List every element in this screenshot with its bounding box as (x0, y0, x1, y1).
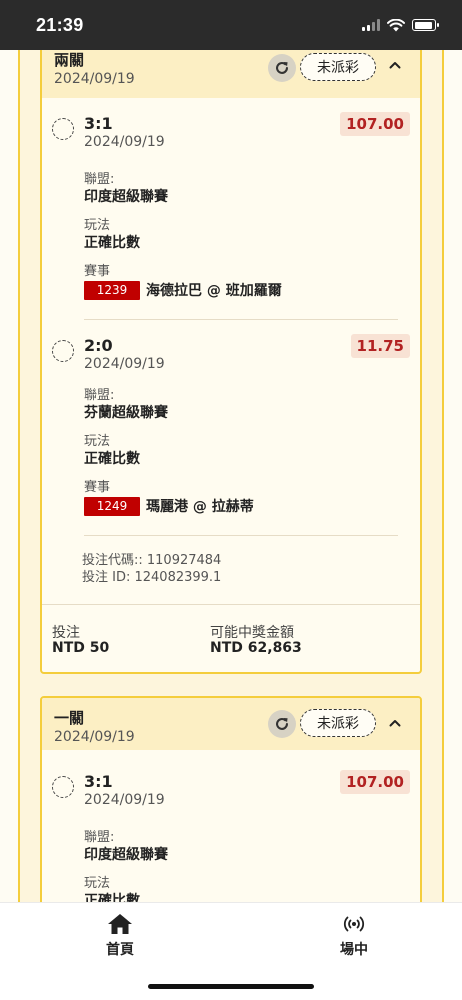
potential-payout-amount: NTD 62,863 (210, 640, 302, 656)
selection-score: 3:1 (84, 114, 113, 133)
match-name: 海德拉巴 @ 班加羅爾 (146, 283, 282, 299)
market-label: 玩法 (84, 434, 111, 449)
bet-card: 兩關 2024/09/19 未派彩 3:1 2024/09/19 107.00 … (40, 50, 422, 674)
league-name: 印度超級聯賽 (84, 847, 168, 863)
match-name: 瑪麗港 @ 拉赫蒂 (146, 499, 254, 515)
event-label: 賽事 (84, 264, 111, 279)
bet-list-scroll-area[interactable]: 兩關 2024/09/19 未派彩 3:1 2024/09/19 107.00 … (0, 50, 462, 902)
status-bar: 21:39 (0, 0, 462, 50)
nav-live[interactable]: 場中 (324, 913, 384, 959)
selection-item: 3:1 2024/09/19 107.00 聯盟: 印度超級聯賽 玩法 正確比數… (42, 98, 420, 320)
selection-odds: 107.00 (340, 112, 410, 136)
nav-home-label: 首頁 (106, 942, 134, 958)
nav-live-label: 場中 (340, 942, 368, 958)
wifi-icon (387, 18, 405, 31)
home-icon (108, 914, 132, 934)
bet-card-header[interactable]: 一關 2024/09/19 未派彩 (42, 698, 420, 750)
cellular-signal-icon (362, 19, 380, 31)
home-indicator (148, 984, 314, 989)
nav-home[interactable]: 首頁 (90, 913, 150, 959)
selection-item: 3:1 2024/09/19 107.00 聯盟: 印度超級聯賽 玩法 正確比數 (42, 756, 420, 902)
bet-code: 投注代碼:: 110927484 (82, 553, 222, 568)
divider (42, 604, 420, 605)
league-label: 聯盟: (84, 388, 115, 403)
league-label: 聯盟: (84, 830, 115, 845)
selection-score: 3:1 (84, 772, 113, 791)
market-name: 正確比數 (84, 235, 140, 251)
market-name: 正確比數 (84, 451, 140, 467)
market-label: 玩法 (84, 876, 111, 891)
match-id-badge: 1249 (84, 496, 140, 516)
status-icons (362, 18, 439, 32)
divider (84, 535, 398, 536)
selection-odds: 107.00 (340, 770, 410, 794)
stake-amount: NTD 50 (52, 640, 110, 656)
match-id-badge: 1239 (84, 280, 140, 300)
stake-label: 投注 (52, 625, 80, 641)
chevron-up-icon[interactable] (388, 58, 402, 72)
market-name: 正確比數 (84, 893, 140, 902)
outer-panel-border-left (18, 50, 20, 902)
chevron-up-icon[interactable] (388, 716, 402, 730)
selection-status-circle-icon (52, 118, 74, 140)
outer-panel-border-right (442, 50, 444, 902)
status-time: 21:39 (36, 14, 84, 35)
potential-payout-label: 可能中獎金額 (210, 625, 294, 641)
refresh-icon[interactable] (268, 710, 296, 738)
bet-codes: 投注代碼:: 110927484 投注 ID: 124082399.1 (82, 552, 221, 586)
selection-status-circle-icon (52, 340, 74, 362)
match-row: 1239 海德拉巴 @ 班加羅爾 (84, 280, 282, 300)
bet-card: 一關 2024/09/19 未派彩 3:1 2024/09/19 107.00 … (40, 696, 422, 902)
refresh-icon[interactable] (268, 54, 296, 82)
selection-date: 2024/09/19 (84, 134, 165, 150)
selection-item: 2:0 2024/09/19 11.75 聯盟: 芬蘭超級聯賽 玩法 正確比數 … (42, 320, 420, 536)
settlement-status-badge: 未派彩 (300, 53, 376, 81)
bet-id: 投注 ID: 124082399.1 (82, 570, 222, 585)
event-label: 賽事 (84, 480, 111, 495)
selection-status-circle-icon (52, 776, 74, 798)
battery-icon (412, 19, 439, 31)
selection-score: 2:0 (84, 336, 113, 355)
selection-date: 2024/09/19 (84, 792, 165, 808)
selection-date: 2024/09/19 (84, 356, 165, 372)
league-name: 芬蘭超級聯賽 (84, 405, 168, 421)
match-row: 1249 瑪麗港 @ 拉赫蒂 (84, 496, 254, 516)
market-label: 玩法 (84, 218, 111, 233)
selection-odds: 11.75 (350, 334, 410, 358)
settlement-status-badge: 未派彩 (300, 709, 376, 737)
league-name: 印度超級聯賽 (84, 189, 168, 205)
broadcast-icon (343, 916, 365, 932)
bet-card-header[interactable]: 兩關 2024/09/19 未派彩 (42, 50, 420, 98)
league-label: 聯盟: (84, 172, 115, 187)
